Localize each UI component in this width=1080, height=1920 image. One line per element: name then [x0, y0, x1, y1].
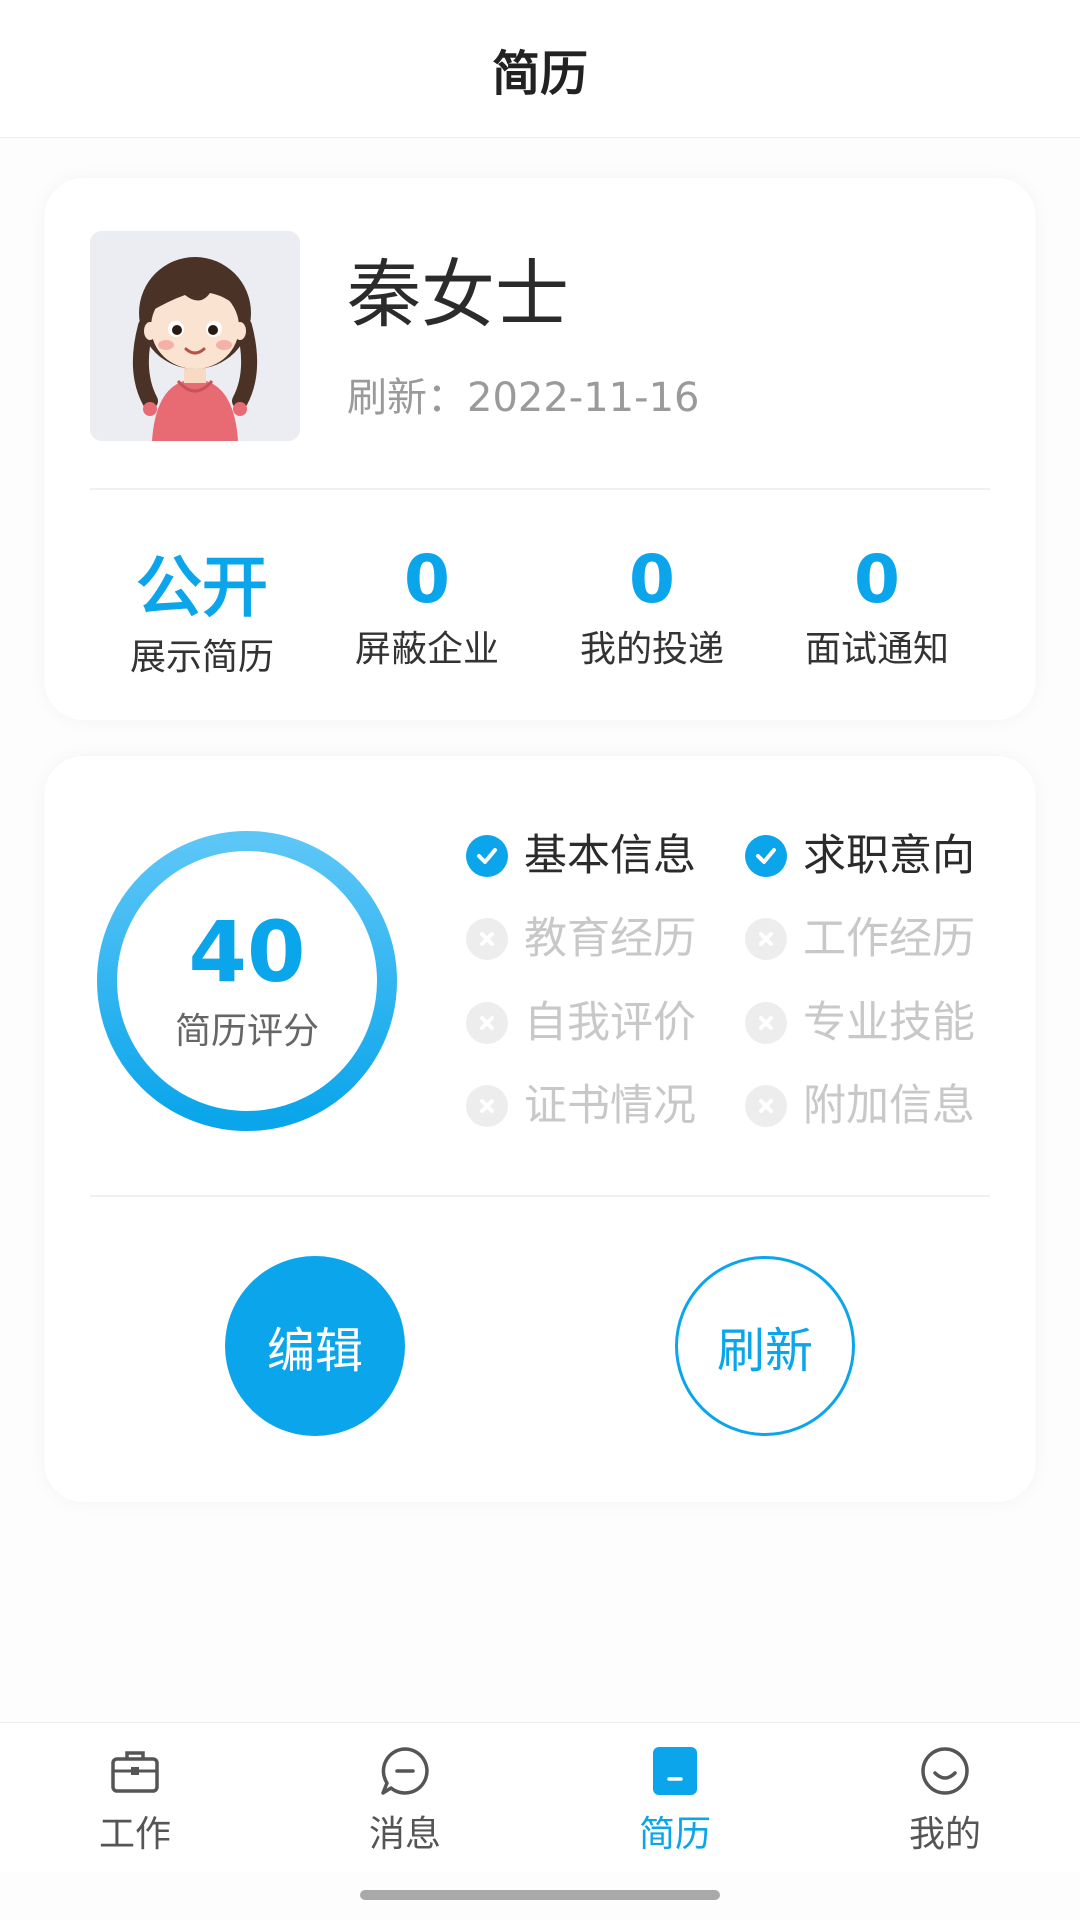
checklist-item: 附加信息: [745, 1076, 975, 1136]
home-indicator[interactable]: [360, 1890, 720, 1900]
girl-avatar-illustration: [90, 231, 300, 441]
briefcase-icon: [111, 1751, 159, 1793]
edit-button[interactable]: 编辑: [225, 1256, 405, 1436]
stat-blocked-companies[interactable]: 0 屏蔽企业: [317, 540, 537, 674]
stat-label: 展示简历: [129, 637, 274, 678]
tab-label: 简历: [638, 1814, 711, 1855]
cross-icon: [466, 1085, 508, 1127]
stat-value: 0: [404, 541, 450, 618]
tab-label: 我的: [908, 1814, 981, 1855]
checklist-item: 求职意向: [745, 826, 975, 886]
divider: [90, 1195, 990, 1197]
checklist-label: 专业技能: [803, 998, 975, 1048]
score-value: 40: [188, 903, 306, 1001]
stat-interview-notices[interactable]: 0 面试通知: [767, 540, 987, 674]
resume-icon: [653, 1747, 697, 1795]
stat-value: 公开: [136, 549, 268, 626]
cross-icon: [466, 918, 508, 960]
stat-value: 0: [629, 541, 675, 618]
tab-work[interactable]: 工作: [0, 1723, 270, 1873]
checkmark-icon: [745, 835, 787, 877]
chat-bubble-icon: [381, 1747, 429, 1795]
refresh-date-value: 2022-11-16: [467, 375, 700, 421]
page-title: 简历: [491, 45, 588, 102]
checklist-item: 工作经历: [745, 909, 975, 969]
checkmark-icon: [466, 835, 508, 877]
cross-icon: [745, 918, 787, 960]
checklist-label: 工作经历: [803, 914, 975, 964]
smiley-icon: [921, 1747, 969, 1795]
stat-my-applications[interactable]: 0 我的投递: [542, 540, 762, 674]
avatar[interactable]: [90, 231, 300, 441]
checklist-label: 证书情况: [524, 1081, 696, 1131]
checklist-item: 基本信息: [466, 826, 696, 886]
cross-icon: [745, 1002, 787, 1044]
stat-value: 0: [854, 541, 900, 618]
cross-icon: [745, 1085, 787, 1127]
refresh-date-text: 刷新：2022-11-16: [347, 372, 699, 424]
score-label: 简历评分: [174, 1011, 319, 1052]
stat-label: 面试通知: [804, 629, 949, 670]
tab-label: 工作: [98, 1814, 171, 1855]
top-bar: 简历: [0, 0, 1080, 138]
user-name: 秦女士: [347, 252, 569, 338]
refresh-date-label: 刷新：: [347, 375, 467, 421]
stat-label: 屏蔽企业: [354, 629, 499, 670]
cross-icon: [466, 1002, 508, 1044]
tab-label: 消息: [368, 1814, 441, 1855]
tab-resume[interactable]: 简历: [540, 1723, 810, 1873]
tab-mine[interactable]: 我的: [810, 1723, 1080, 1873]
divider: [90, 488, 990, 490]
checklist-label: 自我评价: [524, 998, 696, 1048]
checklist-label: 基本信息: [524, 831, 696, 881]
stat-resume-visibility[interactable]: 公开 展示简历: [92, 548, 312, 682]
checklist-item: 自我评价: [466, 993, 696, 1053]
checklist-label: 求职意向: [803, 831, 975, 881]
checklist-item: 教育经历: [466, 909, 696, 969]
checklist-label: 附加信息: [803, 1081, 975, 1131]
checklist-label: 教育经历: [524, 914, 696, 964]
bottom-tab-bar: 工作 消息 简历 我的: [0, 1722, 1080, 1872]
tab-messages[interactable]: 消息: [270, 1723, 540, 1873]
refresh-button[interactable]: 刷新: [675, 1256, 855, 1436]
stat-label: 我的投递: [579, 629, 724, 670]
checklist-item: 专业技能: [745, 993, 975, 1053]
checklist-item: 证书情况: [466, 1076, 696, 1136]
